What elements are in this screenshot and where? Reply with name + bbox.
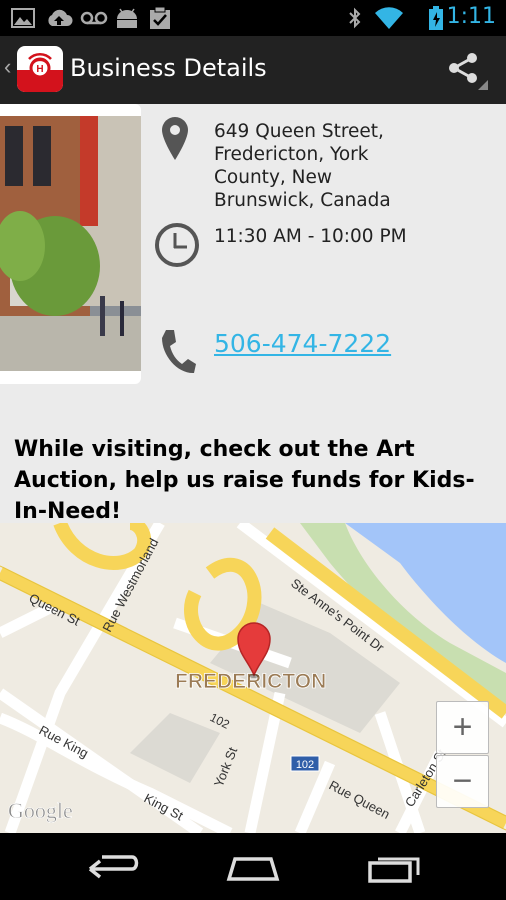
app-logo-icon[interactable]: H: [17, 46, 63, 92]
up-caret-icon[interactable]: ‹: [4, 54, 11, 80]
hours-row: 11:30 AM - 10:00 PM: [150, 219, 506, 269]
phone-link[interactable]: 506-474-7222: [214, 331, 391, 356]
status-bar: 1:11: [0, 0, 506, 36]
image-icon: [11, 8, 35, 28]
zoom-in-button[interactable]: +: [436, 701, 489, 754]
business-photo-card[interactable]: [0, 104, 141, 384]
phone-row[interactable]: 506-474-7222: [150, 326, 506, 376]
business-details-panel: 649 Queen Street, Fredericton, York Coun…: [0, 104, 506, 524]
page-title: Business Details: [70, 54, 267, 82]
location-pin-icon: [162, 117, 188, 160]
map-view[interactable]: Queen St Rue Westmorland Ste Anne's Poin…: [0, 523, 506, 833]
google-attribution: Google: [8, 798, 73, 823]
map-canvas[interactable]: Queen St Rue Westmorland Ste Anne's Poin…: [0, 523, 506, 833]
status-time: 1:11: [446, 4, 496, 29]
cloud-upload-icon: [48, 9, 73, 26]
promo-text: While visiting, check out the Art Auctio…: [14, 437, 475, 524]
phone-icon: [162, 330, 196, 374]
svg-text:102: 102: [296, 759, 314, 771]
back-icon[interactable]: [72, 847, 152, 887]
battery-charging-icon: [429, 6, 443, 30]
android-icon: [117, 8, 137, 28]
bluetooth-icon: [349, 7, 361, 29]
clock-icon: [155, 223, 199, 267]
voicemail-icon: [80, 11, 108, 25]
share-icon[interactable]: [444, 50, 488, 90]
address-row[interactable]: 649 Queen Street, Fredericton, York Coun…: [150, 114, 506, 214]
route-shield: 102: [290, 755, 320, 772]
clipboard-check-icon: [150, 6, 170, 29]
svg-text:H: H: [36, 64, 43, 75]
business-photo: [0, 116, 141, 371]
home-icon[interactable]: [213, 847, 293, 887]
recent-apps-icon[interactable]: [354, 847, 434, 887]
zoom-out-button[interactable]: −: [436, 755, 489, 808]
action-bar: ‹ H Business Details: [0, 36, 506, 104]
address-text: 649 Queen Street, Fredericton, York Coun…: [214, 121, 391, 211]
navigation-bar: [0, 833, 506, 900]
wifi-icon: [375, 7, 403, 30]
city-label: FREDERICTON: [175, 670, 326, 693]
hours-text: 11:30 AM - 10:00 PM: [214, 226, 407, 247]
